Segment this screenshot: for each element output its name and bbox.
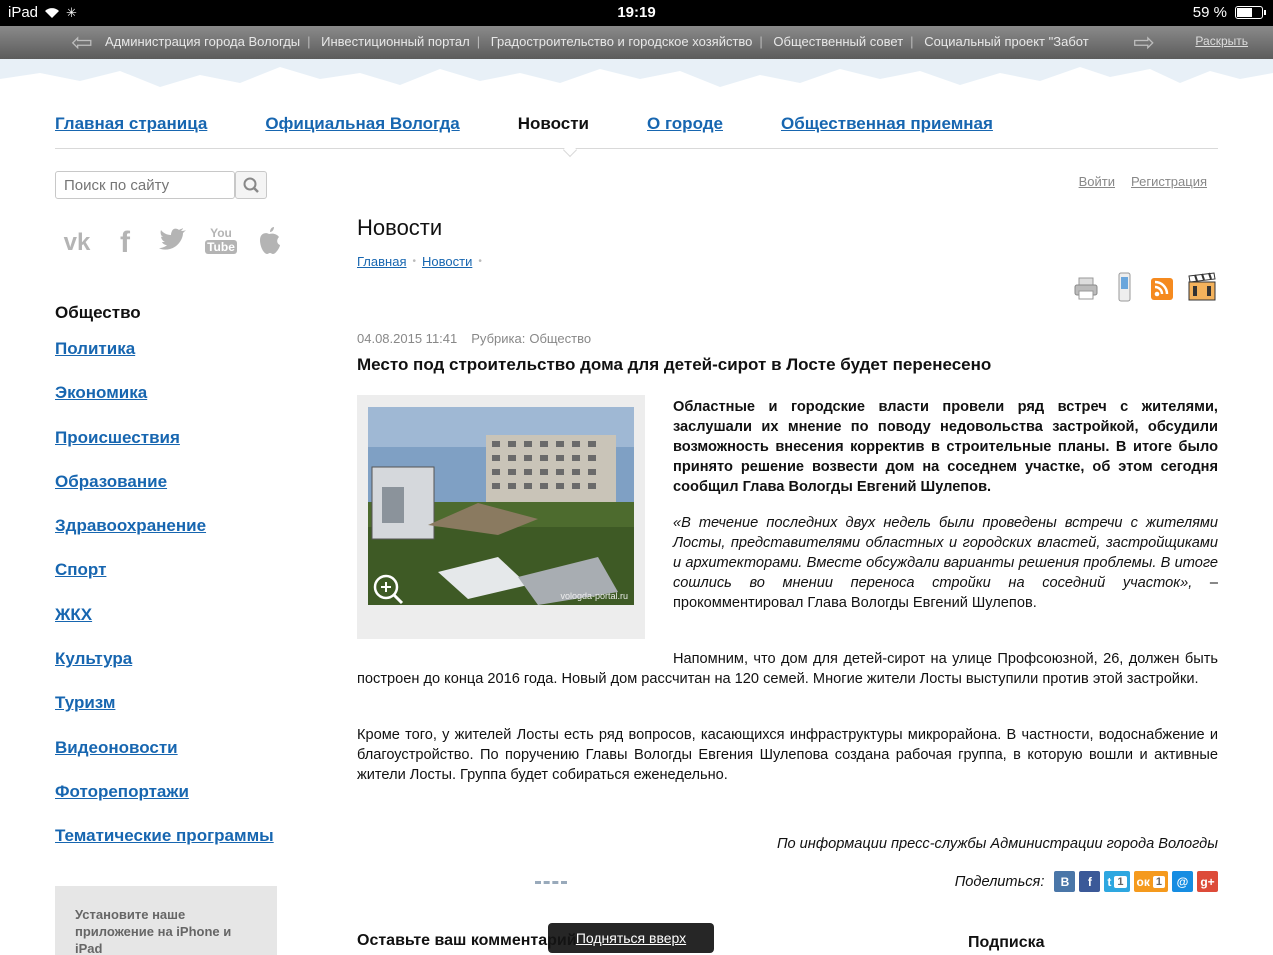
sidebar-item-culture[interactable]: Культура [55, 649, 315, 693]
video-icon[interactable] [1187, 272, 1217, 302]
portal-link[interactable]: Градостроительство и городское хозяйство [491, 34, 753, 49]
twitter-icon[interactable] [156, 226, 190, 260]
breadcrumb-news[interactable]: Новости [422, 254, 472, 269]
facebook-icon[interactable]: f [108, 226, 142, 260]
share-label: Поделиться: [954, 873, 1045, 890]
article-quote: «В течение последних двух недель были пр… [673, 513, 1218, 613]
breadcrumb: Главная • Новости • [357, 254, 482, 269]
article-tools [1073, 272, 1217, 302]
sidebar-item-education[interactable]: Образование [55, 472, 315, 516]
share-count: 1 [1152, 875, 1165, 888]
share-bar: Поделиться: В f t1 ок 1 @ g+ [955, 871, 1218, 892]
sidebar-item-sport[interactable]: Спорт [55, 560, 315, 604]
share-mail-button[interactable]: @ [1172, 871, 1193, 892]
expand-link[interactable]: Раскрыть [1195, 34, 1248, 48]
googleplus-icon: g+ [1200, 874, 1215, 889]
subscribe-title: Подписка [968, 934, 1045, 951]
sidebar-item-politics[interactable]: Политика [55, 339, 315, 383]
rss-icon[interactable] [1149, 272, 1175, 302]
portal-link[interactable]: Общественный совет [773, 34, 903, 49]
print-icon[interactable] [1073, 272, 1099, 302]
arrow-right-icon[interactable]: ⇨ [1130, 29, 1158, 55]
scroll-to-top-button[interactable]: Подняться вверх [548, 923, 714, 953]
main-nav: Главная страница Официальная Вологда Нов… [55, 114, 1051, 134]
mobile-icon[interactable] [1111, 272, 1137, 302]
skyline-decoration [0, 59, 1273, 104]
nav-city[interactable]: О городе [647, 114, 723, 134]
share-facebook-button[interactable]: f [1079, 871, 1101, 892]
sidebar-item-incidents[interactable]: Происшествия [55, 428, 315, 472]
article-lead: Областные и городские власти провели ряд… [673, 399, 1218, 495]
quote-text: «В течение последних двух недель были пр… [673, 515, 1218, 591]
article-date: 04.08.2015 11:41 [357, 331, 458, 346]
article-headline: Место под строительство дома для детей-с… [357, 355, 992, 374]
sidebar: Общество Политика Экономика Происшествия… [55, 303, 315, 871]
sidebar-item-health[interactable]: Здравоохранение [55, 516, 315, 560]
battery-percent: 59 % [1192, 4, 1227, 21]
facebook-icon: f [1087, 874, 1092, 889]
portal-link[interactable]: Социальный проект "Забот [924, 34, 1088, 49]
auth-links: Войти Регистрация [1079, 174, 1207, 189]
register-link[interactable]: Регистрация [1131, 174, 1207, 189]
share-googleplus-button[interactable]: g+ [1197, 871, 1218, 892]
login-link[interactable]: Войти [1079, 174, 1115, 189]
app-promo-banner[interactable]: Установите наше приложение на iPhone и i… [55, 886, 277, 955]
clock: 19:19 [617, 4, 656, 21]
odnoklassniki-icon: ок [1136, 874, 1150, 889]
search-icon [243, 177, 259, 193]
sidebar-item-video[interactable]: Видеоновости [55, 738, 315, 782]
article-photo[interactable]: vologda-portal.ru [368, 407, 634, 605]
nav-reception[interactable]: Общественная приемная [781, 114, 993, 134]
youtube-icon[interactable]: You Tube [204, 226, 238, 260]
article-paragraph: Напомним, что дом для детей-сирот на ули… [357, 651, 1218, 687]
article-paragraph: Кроме того, у жителей Лосты есть ряд воп… [357, 727, 1218, 783]
sidebar-item-economy[interactable]: Экономика [55, 383, 315, 427]
breadcrumb-separator: • [412, 256, 416, 267]
comments-title: Оставьте ваш комментарий [357, 932, 577, 949]
sidebar-item-housing[interactable]: ЖКХ [55, 605, 315, 649]
vk-icon: В [1060, 874, 1070, 889]
search-button[interactable] [235, 171, 267, 199]
loading-dashes [535, 881, 567, 886]
article-photo-frame[interactable]: vologda-portal.ru [357, 395, 645, 639]
arrow-left-icon[interactable]: ⇦ [68, 29, 96, 55]
share-odnoklassniki-button[interactable]: ок 1 [1133, 871, 1168, 892]
sidebar-item-tourism[interactable]: Туризм [55, 693, 315, 737]
share-twitter-button[interactable]: t1 [1104, 871, 1130, 892]
portal-links: Администрация города Вологды | Инвестицио… [105, 34, 1089, 49]
content-header: Новости Главная • Новости • [357, 215, 1218, 269]
social-links: vk f You Tube [60, 226, 286, 260]
sidebar-item-programs[interactable]: Тематические программы [55, 826, 315, 870]
share-count: 1 [1114, 875, 1127, 888]
nav-home[interactable]: Главная страница [55, 114, 207, 134]
portal-bar: ⇦ Администрация города Вологды | Инвестиц… [0, 26, 1273, 59]
breadcrumb-home[interactable]: Главная [357, 254, 406, 269]
twitter-icon: t [1107, 874, 1112, 889]
photo-watermark: vologda-portal.ru [560, 591, 628, 601]
article-meta: 04.08.2015 11:41 Рубрика: Общество [357, 331, 605, 346]
vk-icon[interactable]: vk [60, 226, 94, 260]
share-vk-button[interactable]: В [1054, 871, 1076, 892]
nav-official[interactable]: Официальная Вологда [265, 114, 459, 134]
mail-icon: @ [1176, 874, 1189, 889]
sidebar-title: Общество [55, 303, 141, 322]
page-title: Новости [357, 215, 443, 240]
rubric-value: Общество [529, 331, 592, 346]
sidebar-item-photo[interactable]: Фоторепортажи [55, 782, 315, 826]
nav-news[interactable]: Новости [518, 114, 589, 134]
status-bar: iPad ✳ 19:19 59 % [0, 0, 1273, 26]
search-input[interactable] [55, 171, 235, 199]
battery-icon [1235, 6, 1266, 19]
apple-icon[interactable] [252, 226, 286, 260]
breadcrumb-separator: • [478, 256, 482, 267]
nav-active-caret [562, 142, 578, 158]
nav-divider [55, 148, 1218, 149]
portal-link[interactable]: Администрация города Вологды [105, 34, 300, 49]
article-source: По информации пресс-службы Администрации… [776, 836, 1218, 852]
portal-link[interactable]: Инвестиционный портал [321, 34, 470, 49]
rubric-label: Рубрика: [471, 331, 526, 346]
